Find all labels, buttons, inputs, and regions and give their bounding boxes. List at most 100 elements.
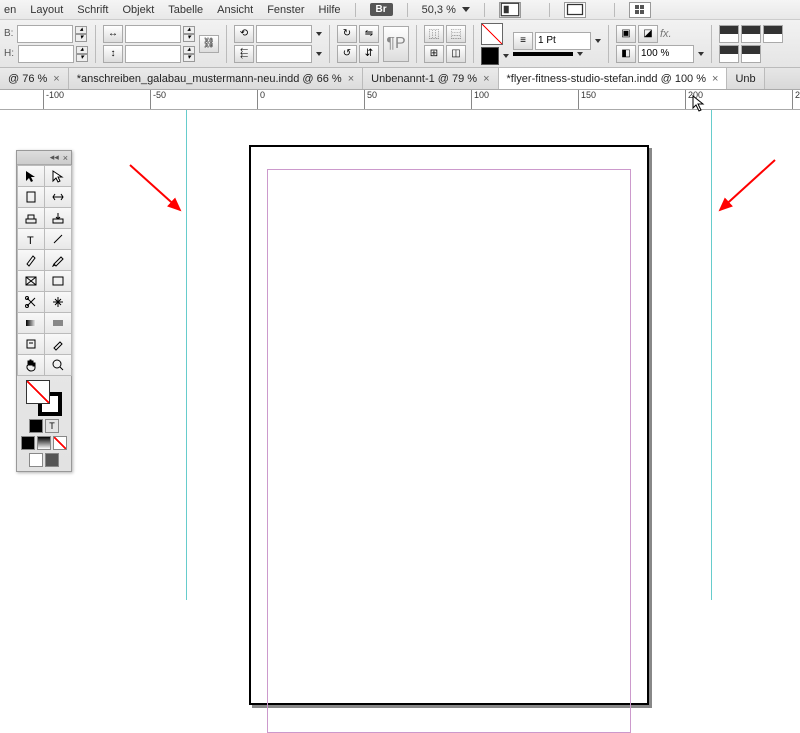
menu-item[interactable]: Fenster [267, 4, 304, 16]
text-wrap-icon[interactable] [741, 45, 761, 63]
align-button[interactable]: ⊞ [424, 45, 444, 63]
rotate-cw-icon[interactable]: ↻ [337, 25, 357, 43]
pen-tool[interactable] [17, 249, 45, 271]
rotate-field[interactable] [256, 25, 312, 43]
stroke-style[interactable] [513, 52, 573, 56]
effects-icon[interactable]: ▣ [616, 25, 636, 43]
document-tab[interactable]: Unb [727, 68, 764, 89]
note-tool[interactable] [17, 333, 45, 355]
selection-tool[interactable] [17, 165, 45, 187]
document-canvas[interactable] [0, 110, 800, 600]
scale-y-button[interactable]: ↕ [103, 45, 123, 63]
horizontal-ruler[interactable]: -100 -50 0 50 100 150 200 250 [0, 90, 800, 110]
drop-shadow-icon[interactable]: ◪ [638, 25, 658, 43]
document-tabs: @ 76 %× *anschreiben_galabau_mustermann-… [0, 68, 800, 90]
scale-y-field[interactable] [125, 45, 181, 63]
rectangle-frame-tool[interactable] [17, 270, 45, 292]
rectangle-tool[interactable] [44, 270, 72, 292]
color-none[interactable] [53, 436, 67, 450]
view-mode-normal[interactable] [29, 453, 43, 467]
guide-vertical[interactable] [711, 110, 712, 600]
direct-selection-tool[interactable] [44, 165, 72, 187]
scale-x-field[interactable] [125, 25, 181, 43]
page[interactable] [249, 145, 649, 705]
color-gradient[interactable] [37, 436, 51, 450]
bridge-button[interactable]: Br [370, 3, 393, 16]
close-icon[interactable]: × [348, 73, 354, 85]
document-tab[interactable]: *flyer-fitness-studio-stefan.indd @ 100 … [499, 68, 728, 89]
stepper[interactable]: ▴▾ [75, 26, 87, 42]
gradient-feather-tool[interactable] [44, 312, 72, 334]
width-field[interactable] [17, 25, 73, 43]
flip-h-icon[interactable]: ⇋ [359, 25, 379, 43]
rotate-ccw-icon[interactable]: ↺ [337, 45, 357, 63]
menu-item[interactable]: Schrift [77, 4, 108, 16]
page-tool[interactable] [17, 186, 45, 208]
menu-item[interactable]: en [4, 4, 16, 16]
zoom-tool[interactable] [44, 354, 72, 376]
close-icon[interactable]: × [63, 153, 68, 163]
collapse-icon[interactable]: ◂◂ [50, 152, 59, 163]
apply-color-icon[interactable] [29, 419, 43, 433]
close-icon[interactable]: × [483, 73, 489, 85]
text-wrap-icon[interactable] [741, 25, 761, 43]
close-icon[interactable]: × [53, 73, 59, 85]
menu-item[interactable]: Tabelle [168, 4, 203, 16]
text-wrap-icon[interactable] [763, 25, 783, 43]
shear-field[interactable] [256, 45, 312, 63]
fill-color[interactable] [26, 380, 50, 404]
scissors-tool[interactable] [17, 291, 45, 313]
opacity-field[interactable] [638, 45, 694, 63]
scale-x-button[interactable]: ↔ [103, 25, 123, 43]
stepper[interactable]: ▴▾ [76, 46, 88, 62]
shear-button[interactable]: ⬱ [234, 45, 254, 63]
document-tab[interactable]: @ 76 %× [0, 68, 69, 89]
gradient-swatch-tool[interactable] [17, 312, 45, 334]
menu-item[interactable]: Objekt [122, 4, 154, 16]
link-icon[interactable]: ⛓ [199, 35, 219, 53]
content-placer-tool[interactable] [44, 207, 72, 229]
eyedropper-tool[interactable] [44, 333, 72, 355]
paragraph-icon[interactable]: ¶P [383, 26, 409, 62]
formatting-text-icon[interactable]: T [45, 419, 59, 433]
type-tool[interactable]: T [17, 228, 45, 250]
menu-item[interactable]: Ansicht [217, 4, 253, 16]
line-tool[interactable] [44, 228, 72, 250]
fill-swatch[interactable] [481, 23, 503, 45]
distribute-button[interactable]: ⿳ [446, 25, 466, 43]
pencil-tool[interactable] [44, 249, 72, 271]
gap-tool[interactable] [44, 186, 72, 208]
fill-stroke-swatch[interactable] [26, 380, 62, 416]
guide-vertical[interactable] [186, 110, 187, 600]
stepper[interactable]: ▴▾ [183, 46, 195, 62]
stroke-swatch[interactable] [481, 47, 499, 65]
content-collector-tool[interactable] [17, 207, 45, 229]
color-black[interactable] [21, 436, 35, 450]
align-button[interactable]: ⿲ [424, 25, 444, 43]
stepper[interactable]: ▴▾ [183, 26, 195, 42]
panel-titlebar[interactable]: ◂◂ × [17, 151, 71, 165]
flip-v-icon[interactable]: ⇵ [359, 45, 379, 63]
rotate-button[interactable]: ⟲ [234, 25, 254, 43]
arrange-button[interactable] [629, 2, 651, 18]
text-wrap-icon[interactable] [719, 25, 739, 43]
height-field[interactable] [18, 45, 74, 63]
tab-label: *flyer-fitness-studio-stefan.indd @ 100 … [507, 73, 706, 85]
text-wrap-icon[interactable] [719, 45, 739, 63]
chevron-down-icon [698, 52, 704, 56]
document-tab[interactable]: *anschreiben_galabau_mustermann-neu.indd… [69, 68, 363, 89]
stroke-weight-field[interactable] [535, 32, 591, 50]
free-transform-tool[interactable] [44, 291, 72, 313]
view-mode-preview[interactable] [45, 453, 59, 467]
wrap-button[interactable]: ◫ [446, 45, 466, 63]
zoom-dropdown[interactable]: 50,3 % [422, 4, 470, 16]
chevron-down-icon [316, 52, 322, 56]
screen-mode-button[interactable] [564, 2, 586, 18]
view-mode-button[interactable] [499, 2, 521, 18]
document-tab[interactable]: Unbenannt-1 @ 79 %× [363, 68, 498, 89]
menu-item[interactable]: Layout [30, 4, 63, 16]
close-icon[interactable]: × [712, 73, 718, 85]
tools-panel[interactable]: ◂◂ × T T [16, 150, 72, 472]
menu-item[interactable]: Hilfe [319, 4, 341, 16]
hand-tool[interactable] [17, 354, 45, 376]
